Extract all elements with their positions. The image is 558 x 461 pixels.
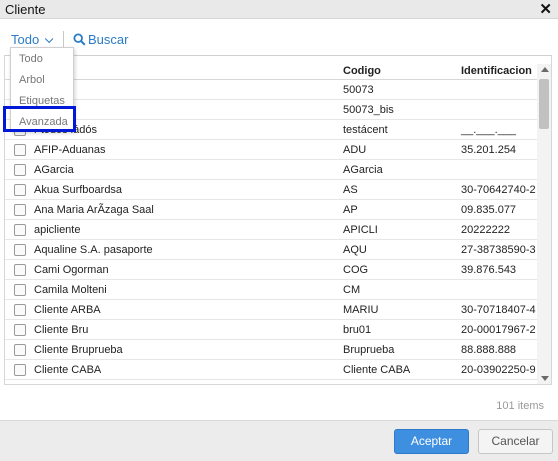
- cell-name: Camila Molteni: [34, 284, 107, 296]
- table-row[interactable]: Akua Surfboardsa AS 30-70642740-2: [5, 180, 537, 200]
- accept-button[interactable]: Aceptar: [394, 429, 469, 454]
- cell-id: 30-70718407-4: [461, 304, 536, 316]
- table-row[interactable]: Ana Maria ArÃzaga Saal AP 09.835.077: [5, 200, 537, 220]
- dropdown-option-todo[interactable]: Todo: [19, 53, 43, 65]
- cell-code: ADU: [343, 144, 367, 156]
- table-row[interactable]: r tódós ládóstestácent__.___.___: [5, 120, 537, 140]
- scroll-up-icon[interactable]: [541, 67, 549, 72]
- cell-code: Cliente CABA: [343, 364, 411, 376]
- cell-name: Cliente Bru: [34, 324, 89, 336]
- cell-name: AFIP-Aduanas: [34, 144, 106, 156]
- row-checkbox[interactable]: [14, 344, 26, 356]
- row-checkbox[interactable]: [14, 364, 26, 376]
- row-checkbox[interactable]: [14, 164, 26, 176]
- client-grid: Codigo Identificacion 50073s50073_bisr t…: [4, 55, 552, 385]
- row-checkbox[interactable]: [14, 244, 26, 256]
- row-checkbox[interactable]: [14, 264, 26, 276]
- cell-name: Cliente CABA: [34, 364, 102, 376]
- cell-id: 27-38738590-3: [461, 244, 536, 256]
- scrollbar-thumb[interactable]: [539, 79, 549, 129]
- table-row[interactable]: AGarcia AGarcia: [5, 160, 537, 180]
- row-checkbox[interactable]: [14, 284, 26, 296]
- column-header-id[interactable]: Identificacion: [461, 65, 532, 77]
- item-count: 101 items: [496, 400, 544, 412]
- toolbar-divider: [63, 31, 64, 48]
- dialog-titlebar: Cliente ✕: [0, 0, 558, 19]
- cell-name: apicliente: [34, 224, 81, 236]
- dialog-footer: Aceptar Cancelar: [0, 420, 558, 461]
- row-checkbox[interactable]: [14, 184, 26, 196]
- cell-id: 20-03902250-9: [461, 364, 536, 376]
- mode-dropdown-button[interactable]: Todo: [11, 32, 54, 47]
- table-row[interactable]: Cami Ogorman COG 39.876.543: [5, 260, 537, 280]
- cell-id: 09.835.077: [461, 204, 517, 216]
- cell-name: Ana Maria ArÃzaga Saal: [34, 204, 154, 216]
- grid-rows: 50073s50073_bisr tódós ládóstestácent__.…: [5, 80, 537, 380]
- cell-code: bru01: [343, 324, 372, 336]
- cell-id: 30-70642740-2: [461, 184, 536, 196]
- cell-code: MARIU: [343, 304, 379, 316]
- cell-code: AS: [343, 184, 358, 196]
- search-button[interactable]: Buscar: [73, 32, 128, 47]
- cell-id: __.___.___: [461, 124, 517, 136]
- table-row[interactable]: Camila Molteni CM: [5, 280, 537, 300]
- cell-code: 50073: [343, 84, 374, 96]
- table-row[interactable]: apicliente APICLI 20222222: [5, 220, 537, 240]
- cell-name: Cliente Bruprueba: [34, 344, 123, 356]
- mode-dropdown-label: Todo: [11, 32, 40, 47]
- table-row[interactable]: AFIP-Aduanas ADU 35.201.254: [5, 140, 537, 160]
- cell-code: testácent: [343, 124, 388, 136]
- cell-code: CM: [343, 284, 361, 296]
- cell-id: 20222222: [461, 224, 510, 236]
- selection-highlight-box: [3, 106, 76, 132]
- table-row[interactable]: Cliente CABA Cliente CABA 20-03902250-9: [5, 360, 537, 380]
- row-checkbox[interactable]: [14, 304, 26, 316]
- cell-name: AGarcia: [34, 164, 74, 176]
- dropdown-option-arbol[interactable]: Arbol: [19, 74, 45, 86]
- cell-id: 35.201.254: [461, 144, 517, 156]
- table-row[interactable]: Cliente Bru bru01 20-00017967-2: [5, 320, 537, 340]
- row-checkbox[interactable]: [14, 204, 26, 216]
- search-icon: [73, 33, 86, 46]
- cell-name: Cliente ARBA: [34, 304, 101, 316]
- vertical-scrollbar[interactable]: [537, 64, 551, 384]
- column-header-code[interactable]: Codigo: [343, 65, 381, 77]
- cell-code: APICLI: [343, 224, 378, 236]
- cell-name: Cami Ogorman: [34, 264, 109, 276]
- table-row[interactable]: Cliente Bruprueba Bruprueba 88.888.888: [5, 340, 537, 360]
- dialog-title: Cliente: [5, 2, 46, 17]
- cell-code: AQU: [343, 244, 367, 256]
- cancel-button[interactable]: Cancelar: [478, 429, 553, 454]
- cell-id: 88.888.888: [461, 344, 517, 356]
- table-row[interactable]: Aqualine S.A. pasaporte AQU 27-38738590-3: [5, 240, 537, 260]
- table-row[interactable]: Cliente ARBA MARIU 30-70718407-4: [5, 300, 537, 320]
- close-icon[interactable]: ✕: [539, 0, 552, 19]
- table-row[interactable]: s50073_bis: [5, 100, 537, 120]
- cell-code: AP: [343, 204, 358, 216]
- cell-name: Akua Surfboardsa: [34, 184, 123, 196]
- row-checkbox[interactable]: [14, 224, 26, 236]
- table-row[interactable]: 50073: [5, 80, 537, 100]
- scroll-down-icon[interactable]: [541, 376, 549, 381]
- cell-code: 50073_bis: [343, 104, 394, 116]
- cell-code: AGarcia: [343, 164, 383, 176]
- grid-header: Codigo Identificacion: [5, 56, 537, 80]
- cell-id: 39.876.543: [461, 264, 517, 276]
- cell-id: 20-00017967-2: [461, 324, 536, 336]
- cell-code: Bruprueba: [343, 344, 395, 356]
- toolbar: Todo Buscar: [0, 28, 558, 52]
- chevron-down-icon: [45, 34, 54, 44]
- search-label: Buscar: [88, 32, 129, 47]
- row-checkbox[interactable]: [14, 324, 26, 336]
- cell-name: Aqualine S.A. pasaporte: [34, 244, 153, 256]
- cell-code: COG: [343, 264, 369, 276]
- row-checkbox[interactable]: [14, 144, 26, 156]
